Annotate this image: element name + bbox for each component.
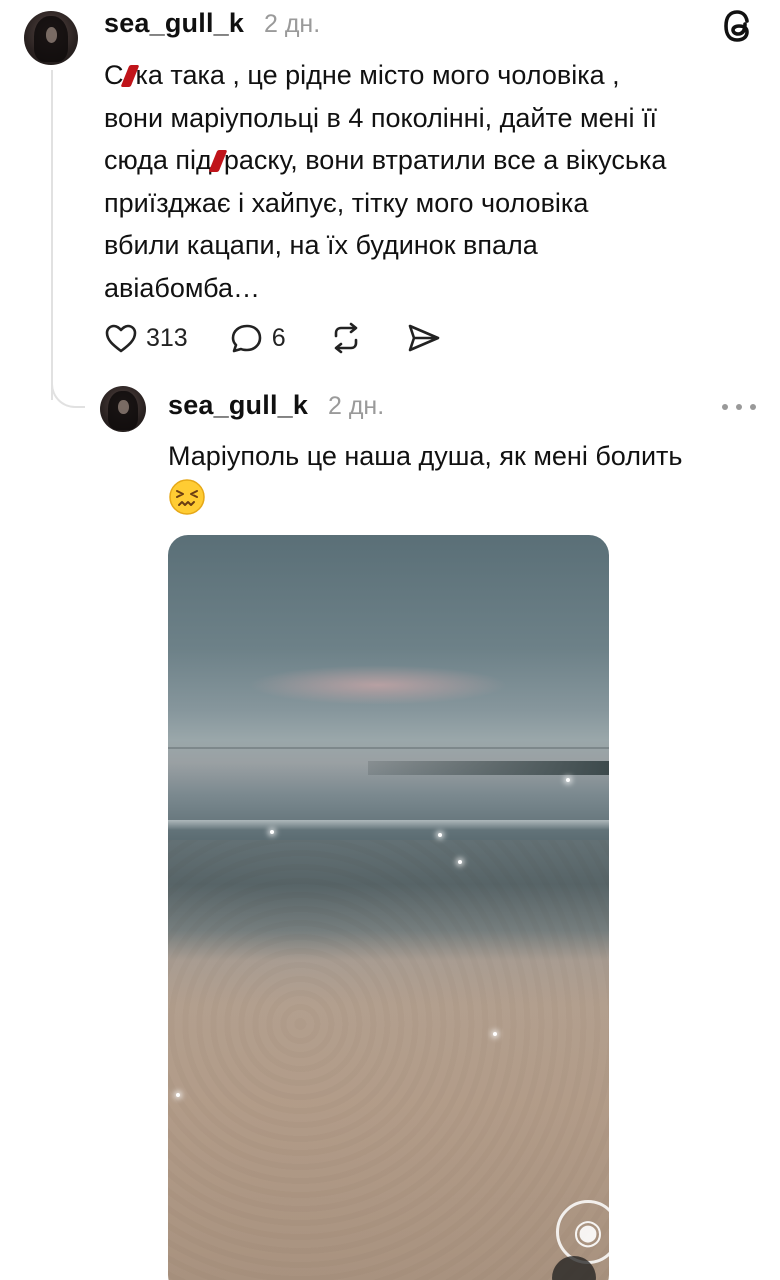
reply-timestamp: 2 дн. [328, 392, 385, 420]
confounded-face-emoji [169, 479, 205, 515]
reply-username[interactable]: sea_gull_k [168, 390, 308, 421]
comment-button[interactable]: 6 [230, 318, 286, 358]
post-line: приїзджає і хайпує, тітку мого чоловіка [104, 187, 589, 218]
share-button[interactable] [406, 318, 442, 358]
sparkle [270, 830, 274, 834]
post-line: вбили кацапи, на їх будинок впала [104, 230, 538, 260]
thread-connector-line [51, 70, 53, 400]
post-line: авіабомба… [104, 272, 260, 303]
thread-connector-curve [51, 360, 85, 408]
sky-glow [248, 665, 508, 705]
post-username[interactable]: sea_gull_k [104, 8, 244, 39]
repost-icon [334, 322, 357, 354]
distant-pier [368, 761, 609, 775]
heart-icon [105, 324, 137, 353]
comment-icon [231, 324, 262, 353]
sparkle [176, 1093, 180, 1097]
watermark: ◉ OBOZ.UA [556, 1200, 780, 1264]
threads-logo-icon[interactable] [720, 6, 756, 46]
globe-icon: ◉ [556, 1200, 620, 1264]
post-line: сюда під раску, вони втратили все а вікус… [104, 145, 667, 175]
sparkle [493, 1032, 497, 1036]
sparkle [438, 833, 442, 837]
more-options-icon[interactable] [722, 398, 756, 416]
sparkle [458, 860, 462, 864]
sparkle [566, 778, 570, 782]
post-timestamp: 2 дн. [264, 10, 321, 38]
like-count: 313 [146, 323, 188, 352]
post-actions: 313 6 [104, 318, 484, 358]
post-line: вони маріупольці в 4 поколінні, дайте ме… [104, 102, 658, 133]
watermark-text: OBOZ.UA [630, 1212, 780, 1251]
reply-body: Маріуполь це наша душа, як мені болить [168, 441, 683, 471]
horizon [168, 747, 609, 749]
post-line: Ска така , це рідне місто мого чоловіка … [104, 60, 620, 90]
reply-avatar[interactable] [100, 386, 146, 432]
like-button[interactable]: 313 [104, 318, 188, 358]
share-icon [408, 324, 439, 352]
surf-line [168, 820, 609, 830]
comment-count: 6 [271, 323, 286, 352]
repost-button[interactable] [328, 318, 364, 358]
sand [168, 840, 609, 1280]
post-body: Ска така , це рідне місто мого чоловіка … [104, 54, 764, 309]
reply-video[interactable] [168, 535, 609, 1280]
avatar[interactable] [24, 11, 78, 65]
